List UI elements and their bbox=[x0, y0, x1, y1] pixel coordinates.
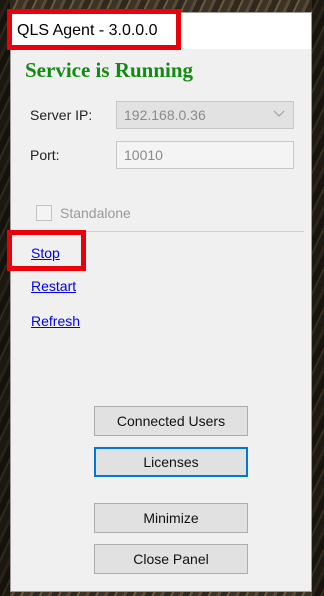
port-input[interactable]: 10010 bbox=[116, 141, 294, 169]
minimize-button[interactable]: Minimize bbox=[94, 503, 248, 533]
title-bar[interactable]: QLS Agent - 3.0.0.0 bbox=[11, 13, 311, 49]
qls-agent-window: QLS Agent - 3.0.0.0 Service is Running S… bbox=[10, 12, 312, 592]
stop-link[interactable]: Stop bbox=[31, 245, 60, 261]
server-ip-select[interactable]: 192.168.0.36 bbox=[116, 101, 294, 129]
port-label: Port: bbox=[30, 147, 60, 163]
refresh-link[interactable]: Refresh bbox=[31, 313, 80, 329]
window-title: QLS Agent - 3.0.0.0 bbox=[17, 22, 158, 39]
chevron-down-icon bbox=[273, 110, 285, 117]
service-status: Service is Running bbox=[25, 58, 194, 82]
standalone-checkbox[interactable] bbox=[36, 205, 52, 221]
close-panel-button[interactable]: Close Panel bbox=[94, 544, 248, 574]
port-value: 10010 bbox=[124, 147, 163, 163]
connected-users-button[interactable]: Connected Users bbox=[94, 406, 248, 436]
server-ip-label: Server IP: bbox=[30, 107, 93, 123]
settings-panel: Server IP: 192.168.0.36 Port: 10010 Stan… bbox=[18, 93, 304, 232]
restart-link[interactable]: Restart bbox=[31, 278, 76, 294]
server-ip-value: 192.168.0.36 bbox=[124, 107, 206, 123]
standalone-label: Standalone bbox=[60, 205, 131, 221]
licenses-button[interactable]: Licenses bbox=[94, 447, 248, 477]
